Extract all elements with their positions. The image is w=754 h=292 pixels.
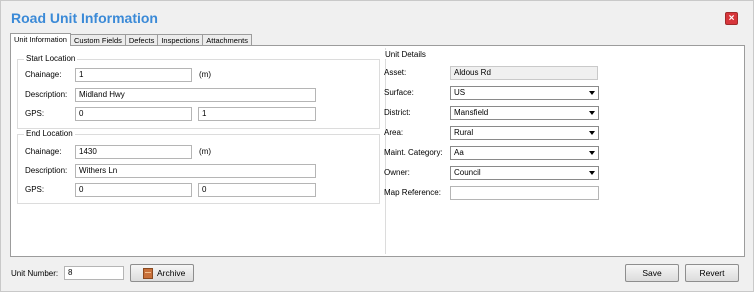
unit-number-label: Unit Number: bbox=[11, 269, 59, 278]
maint-category-label: Maint. Category: bbox=[384, 148, 443, 157]
chevron-down-icon bbox=[589, 91, 595, 95]
asset-field: Aldous Rd bbox=[450, 66, 598, 80]
area-label: Area: bbox=[384, 128, 404, 137]
archive-button[interactable]: Archive bbox=[130, 264, 194, 282]
chevron-down-icon bbox=[589, 151, 595, 155]
district-value: Mansfield bbox=[454, 108, 489, 117]
end-gps-label: GPS: bbox=[25, 185, 45, 194]
road-unit-window: Road Unit Information × Unit Information… bbox=[0, 0, 754, 292]
end-description-field[interactable]: Withers Ln bbox=[75, 164, 316, 178]
start-description-field[interactable]: Midland Hwy bbox=[75, 88, 316, 102]
surface-label: Surface: bbox=[384, 88, 414, 97]
unit-information-panel: Start Location Chainage: 1 (m) Descripti… bbox=[10, 45, 745, 257]
end-chainage-unit: (m) bbox=[199, 147, 211, 156]
start-description-label: Description: bbox=[25, 90, 68, 99]
end-description-label: Description: bbox=[25, 166, 68, 175]
end-chainage-label: Chainage: bbox=[25, 147, 62, 156]
close-icon[interactable]: × bbox=[725, 12, 738, 25]
area-select[interactable]: Rural bbox=[450, 126, 599, 140]
owner-select[interactable]: Council bbox=[450, 166, 599, 180]
save-button[interactable]: Save bbox=[625, 264, 679, 282]
district-select[interactable]: Mansfield bbox=[450, 106, 599, 120]
archive-label: Archive bbox=[157, 268, 186, 278]
area-value: Rural bbox=[454, 128, 474, 137]
start-chainage-label: Chainage: bbox=[25, 70, 62, 79]
maint-category-value: Aa bbox=[454, 148, 464, 157]
end-chainage-field[interactable]: 1430 bbox=[75, 145, 192, 159]
unit-details-title: Unit Details bbox=[383, 50, 428, 59]
maint-category-select[interactable]: Aa bbox=[450, 146, 599, 160]
start-chainage-unit: (m) bbox=[199, 70, 211, 79]
map-reference-label: Map Reference: bbox=[384, 188, 441, 197]
map-reference-field[interactable] bbox=[450, 186, 599, 200]
archive-icon bbox=[143, 268, 153, 279]
chevron-down-icon bbox=[589, 131, 595, 135]
start-location-title: Start Location bbox=[24, 54, 78, 63]
district-label: District: bbox=[384, 108, 411, 117]
start-gps-y-field[interactable]: 1 bbox=[198, 107, 316, 121]
surface-value: US bbox=[454, 88, 466, 97]
owner-value: Council bbox=[454, 168, 481, 177]
tab-unit-information[interactable]: Unit Information bbox=[10, 33, 71, 46]
start-chainage-field[interactable]: 1 bbox=[75, 68, 192, 82]
revert-button[interactable]: Revert bbox=[685, 264, 739, 282]
start-gps-label: GPS: bbox=[25, 109, 45, 118]
window-title: Road Unit Information bbox=[11, 10, 158, 26]
start-gps-x-field[interactable]: 0 bbox=[75, 107, 192, 121]
asset-label: Asset: bbox=[384, 68, 407, 77]
surface-select[interactable]: US bbox=[450, 86, 599, 100]
end-gps-y-field[interactable]: 0 bbox=[198, 183, 316, 197]
unit-number-field[interactable]: 8 bbox=[64, 266, 124, 280]
owner-label: Owner: bbox=[384, 168, 410, 177]
chevron-down-icon bbox=[589, 171, 595, 175]
end-location-title: End Location bbox=[24, 129, 75, 138]
end-gps-x-field[interactable]: 0 bbox=[75, 183, 192, 197]
chevron-down-icon bbox=[589, 111, 595, 115]
